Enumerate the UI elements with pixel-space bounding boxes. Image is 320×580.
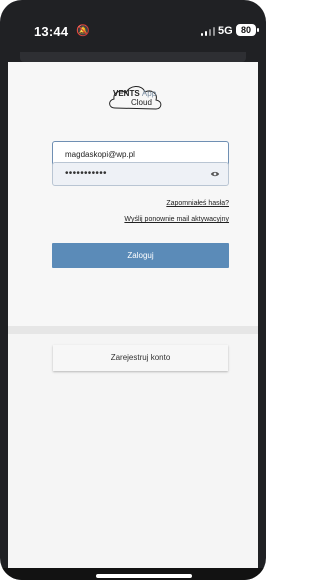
home-indicator[interactable] [96,574,192,578]
battery-icon: 80 [236,24,259,36]
login-section: VENTS App Cloud magdaskopi@wp.pl •••••••… [8,62,258,326]
password-value: ••••••••••• [65,168,107,179]
resend-activation-link[interactable]: Wyślij ponownie mail aktywacyjny [124,216,229,223]
eye-icon[interactable] [210,169,220,179]
signal-icon [201,27,215,36]
vents-cloud-logo: VENTS App Cloud [105,78,167,116]
status-time: 13:44 [34,24,69,39]
logo-cloud: Cloud [131,98,152,107]
register-button[interactable]: Zarejestruj konto [53,345,228,371]
bell-slash-icon: 🔕 [76,25,90,37]
forgot-password-link[interactable]: Zapomniałeś hasła? [166,200,229,207]
status-bar: 13:44 🔕 5G 80 [0,0,266,52]
email-value: magdaskopi@wp.pl [65,150,135,159]
top-strip [20,52,246,62]
network-label: 5G [218,25,233,37]
phone-frame: 13:44 🔕 5G 80 VENTS App Cloud magdaskopi… [0,0,266,580]
app-screen: VENTS App Cloud magdaskopi@wp.pl •••••••… [8,62,258,572]
login-button[interactable]: Zaloguj [52,243,229,268]
logo-brand: VENTS App [113,89,157,98]
section-divider [8,326,258,334]
password-field[interactable]: ••••••••••• [52,162,229,186]
